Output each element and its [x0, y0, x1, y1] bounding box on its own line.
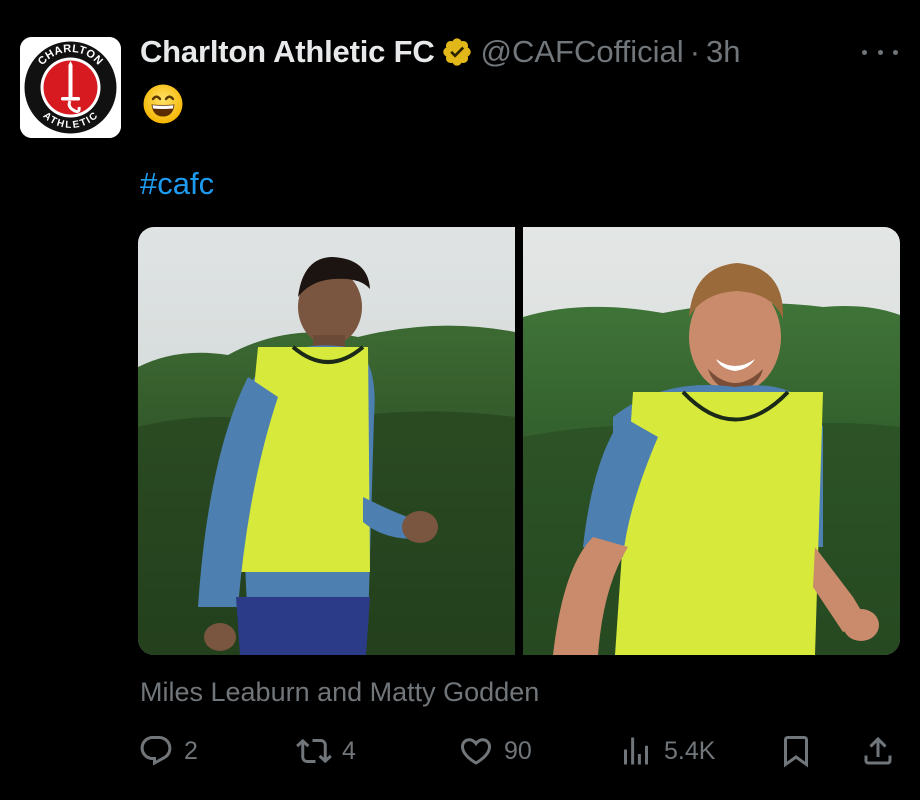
views-icon — [624, 737, 648, 765]
photo-miles-leaburn[interactable] — [138, 227, 515, 655]
author-name[interactable]: Charlton Athletic FC — [140, 34, 435, 70]
views-count: 5.4K — [664, 736, 716, 765]
grinning-emoji — [142, 83, 184, 125]
timestamp[interactable]: 3h — [706, 34, 740, 70]
action-bar: 2 4 90 5.4K — [138, 728, 900, 774]
bookmark-button[interactable] — [778, 728, 814, 774]
hashtag-link[interactable]: #cafc — [140, 166, 214, 202]
photo-matty-godden[interactable] — [523, 227, 900, 655]
separator-dot: · — [689, 34, 701, 69]
tweet-header: Charlton Athletic FC @CAFCofficial · 3h — [140, 30, 741, 74]
media-caption: Miles Leaburn and Matty Godden — [140, 677, 540, 707]
club-crest-logo: CHARLTON ATHLETIC — [20, 37, 121, 138]
heart-icon — [460, 738, 492, 765]
share-icon — [864, 736, 892, 765]
more-options-icon[interactable] — [862, 40, 898, 64]
like-count: 90 — [504, 736, 532, 765]
reply-count: 2 — [184, 736, 198, 765]
like-button[interactable]: 90 — [458, 728, 532, 774]
avatar[interactable]: CHARLTON ATHLETIC — [20, 37, 121, 138]
share-button[interactable] — [860, 728, 896, 774]
retweet-icon — [296, 738, 332, 764]
reply-icon — [140, 736, 172, 766]
views-button[interactable]: 5.4K — [618, 728, 715, 774]
retweet-count: 4 — [342, 736, 356, 765]
author-handle[interactable]: @CAFCofficial — [481, 34, 684, 70]
retweet-button[interactable]: 4 — [296, 728, 356, 774]
verified-badge-icon[interactable] — [441, 36, 473, 68]
reply-button[interactable]: 2 — [138, 728, 198, 774]
media-grid — [138, 227, 900, 655]
bookmark-icon — [784, 736, 808, 768]
